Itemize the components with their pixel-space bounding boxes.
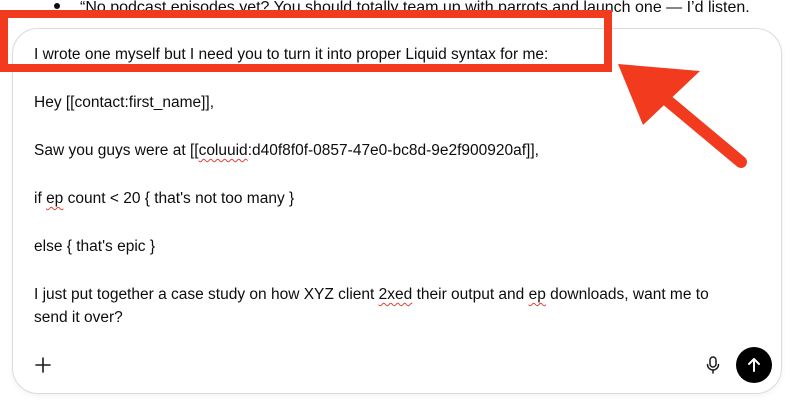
line-text: count < 20 { that's not too many } <box>63 190 295 207</box>
arrow-up-icon <box>748 358 760 372</box>
previous-message-bullet: “No podcast episodes yet? You should tot… <box>54 0 750 19</box>
message-line: if ep count < 20 { that's not too many } <box>34 187 764 210</box>
send-button[interactable] <box>736 347 772 383</box>
message-line: I just put together a case study on how … <box>34 283 764 329</box>
line-text: if <box>34 190 47 207</box>
previous-message-text: “No podcast episodes yet? You should tot… <box>80 0 750 16</box>
misspelled-word[interactable]: ep <box>46 190 63 207</box>
composer-text[interactable]: I wrote one myself but I need you to tur… <box>34 43 764 329</box>
bullet-dot <box>54 2 60 9</box>
microphone-icon <box>706 356 720 374</box>
line-text: Saw you guys were at [[ <box>34 142 199 159</box>
line-text: else { that's epic } <box>34 238 156 255</box>
line-text: their output and <box>412 286 529 303</box>
line-text: :d40f8f0f-0857-47e0-bc8d-9e2f900920af]], <box>247 142 539 159</box>
message-composer[interactable]: I wrote one myself but I need you to tur… <box>12 28 782 394</box>
misspelled-word[interactable]: coluuid <box>199 142 248 159</box>
line-text: Hey [[contact:first_name]], <box>34 94 215 111</box>
plus-icon <box>35 357 51 373</box>
line-text: I wrote one myself but I need you to tur… <box>34 46 549 63</box>
message-line: Saw you guys were at [[coluuid:d40f8f0f-… <box>34 139 764 162</box>
voice-input-button[interactable] <box>701 353 725 377</box>
line-text: send it over? <box>34 309 123 326</box>
message-line: Hey [[contact:first_name]], <box>34 91 764 114</box>
line-text: downloads, want me to <box>545 286 709 303</box>
line-text: I just put together a case study on how … <box>34 286 379 303</box>
message-line: else { that's epic } <box>34 235 764 258</box>
misspelled-word[interactable]: ep <box>529 286 546 303</box>
page: “No podcast episodes yet? You should tot… <box>0 0 811 405</box>
misspelled-word[interactable]: 2xed <box>379 286 413 303</box>
message-line: I wrote one myself but I need you to tur… <box>34 43 764 66</box>
add-attachment-button[interactable] <box>29 351 57 379</box>
